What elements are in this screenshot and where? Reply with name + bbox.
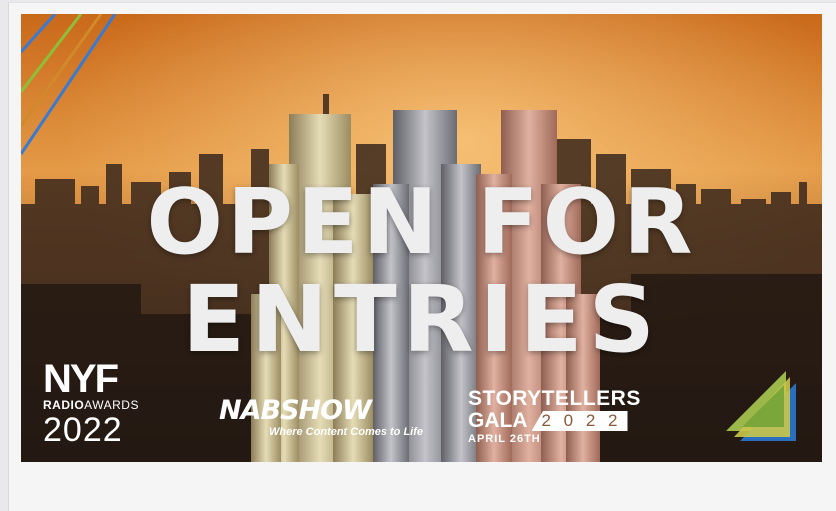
gala-date: APRIL 26TH (468, 433, 541, 445)
corner-triangle-logo (726, 371, 796, 441)
gala-title: STORYTELLERS (468, 387, 641, 410)
nyf-radio-awards-logo: NYF RADIOAWARDS 2022 (43, 357, 163, 449)
nab-brand: NABSHOW (219, 395, 372, 426)
headline-line2: ENTRIES (182, 266, 661, 373)
nyf-year: 2022 (43, 411, 123, 449)
gala-year: 2 0 2 2 (531, 411, 628, 431)
gala-word: GALA (468, 409, 528, 432)
nab-tagline: Where Content Comes to Life (269, 426, 424, 438)
storytellers-gala-logo: STORYTELLERS GALA 2 0 2 2 APRIL 26TH (468, 388, 641, 446)
nab-show-logo: NABSHOW Where Content Comes to Life (219, 397, 423, 439)
gala-row: GALA 2 0 2 2 (468, 410, 641, 432)
headline-line1: OPEN FOR (146, 170, 697, 275)
open-for-entries-banner[interactable]: OPEN FOR ENTRIES NYF RADIOAWARDS 2022 NA… (21, 14, 822, 462)
nyf-subtitle: RADIOAWARDS (43, 398, 139, 412)
nyf-brand: NYF (43, 357, 119, 401)
